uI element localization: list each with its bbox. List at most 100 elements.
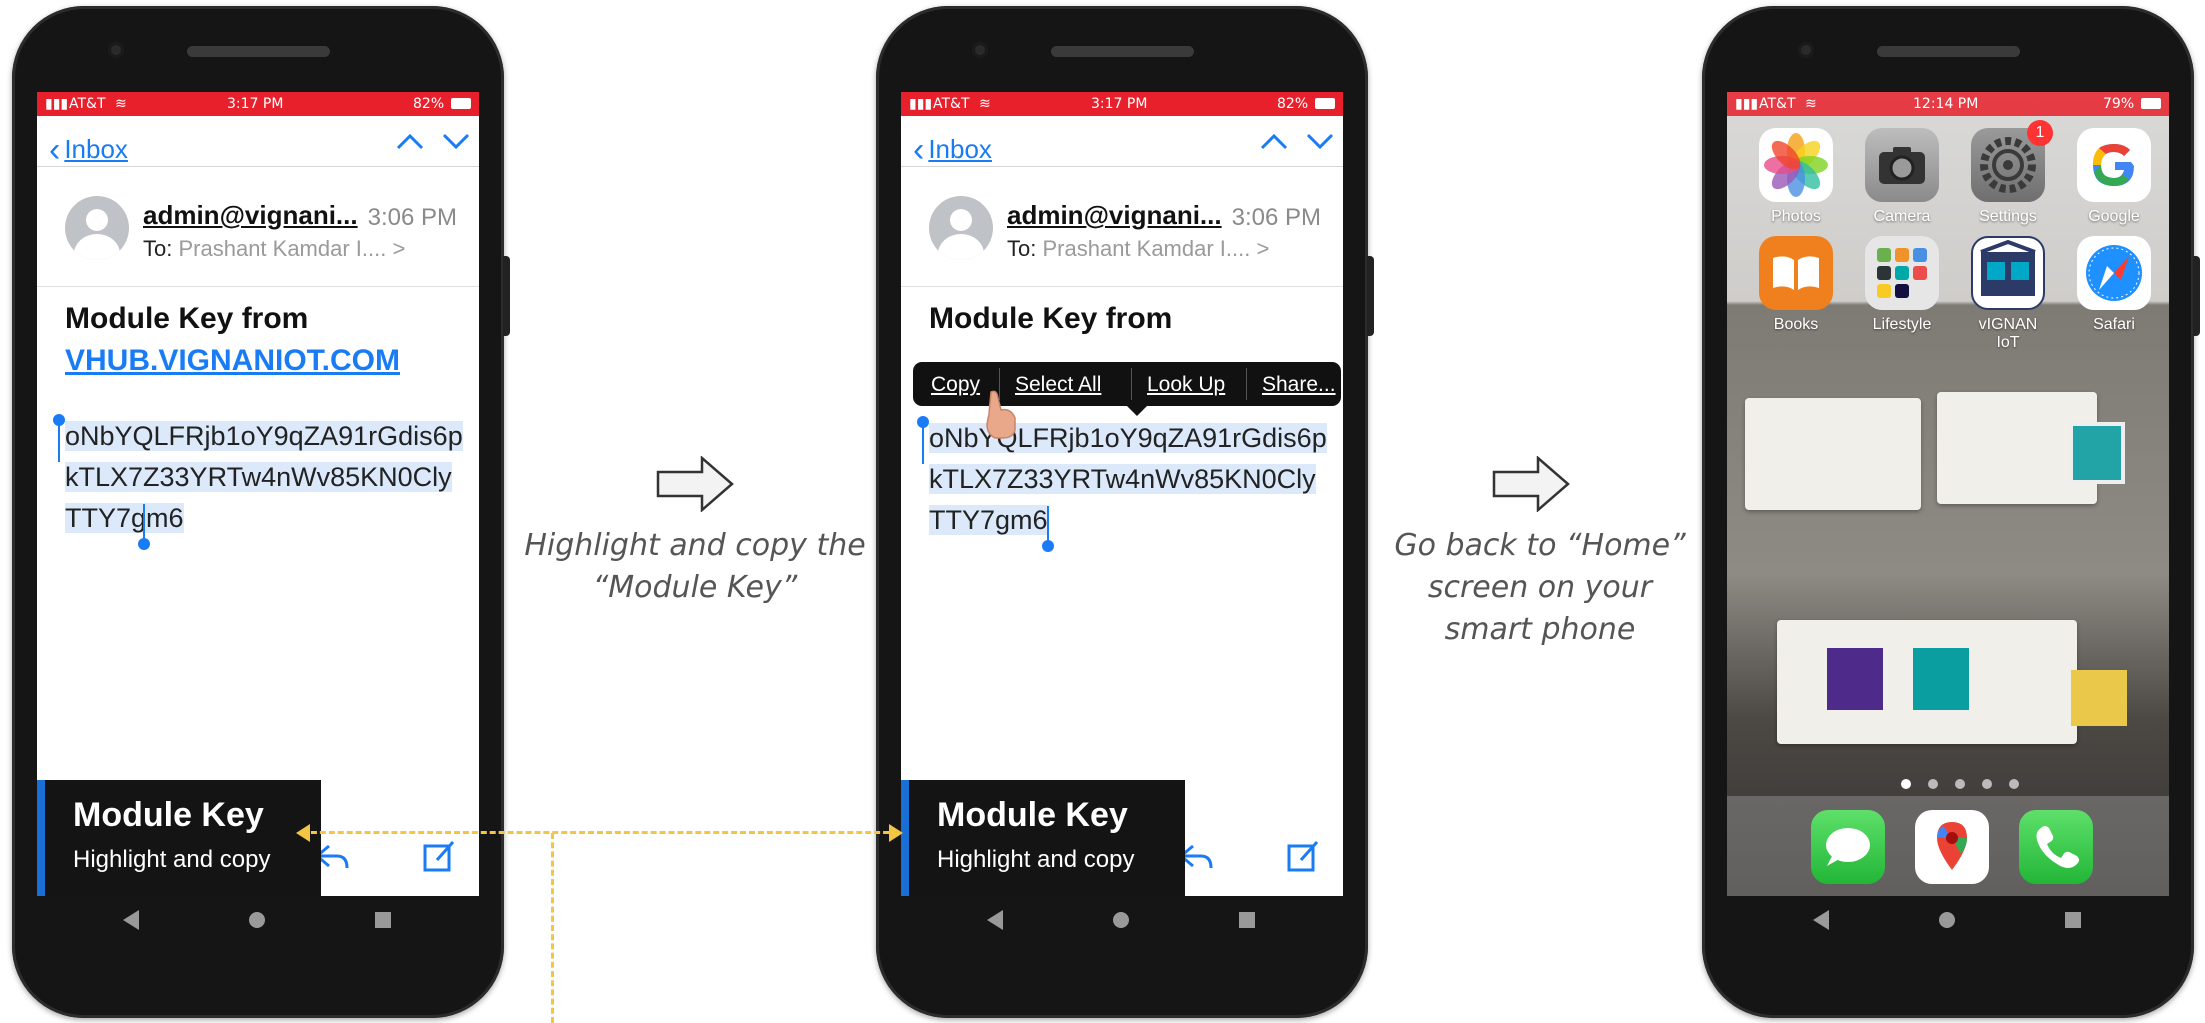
touch-switch-teal-small <box>2069 422 2125 484</box>
front-camera <box>972 42 988 58</box>
callout-title: Module Key <box>73 796 264 834</box>
app-label: Google <box>2088 208 2140 225</box>
battery-percent: 79% <box>2103 96 2135 112</box>
wifi-icon: ≋ <box>1805 96 1817 112</box>
battery-icon <box>451 98 471 109</box>
app-settings[interactable]: 1 Settings <box>1970 120 2053 226</box>
phone-email-highlight: ▮▮▮ AT&T ≋ 3:17 PM 82% ‹ Inbox admin@vign… <box>12 6 510 1018</box>
app-label: vIGNAN IoT <box>1978 316 2038 351</box>
caption-line: screen on your <box>1427 570 1653 605</box>
app-safari[interactable]: Safari <box>2076 236 2152 334</box>
messages-icon[interactable] <box>1811 810 1885 884</box>
app-label: Settings <box>1979 208 2037 225</box>
menu-divider <box>1246 368 1247 400</box>
chevron-up-icon[interactable] <box>395 130 425 152</box>
avatar <box>929 196 993 260</box>
compose-icon[interactable] <box>1285 838 1325 874</box>
chevron-down-icon[interactable] <box>441 130 471 152</box>
app-photos[interactable]: Photos <box>1758 128 1834 226</box>
compose-icon[interactable] <box>421 838 461 874</box>
carrier-label: AT&T <box>69 96 106 112</box>
caption-line: Highlight and copy the <box>524 528 866 563</box>
back-nav-icon[interactable] <box>1807 906 1835 934</box>
chevron-up-icon[interactable] <box>1259 130 1289 152</box>
side-button <box>1367 256 1374 336</box>
recents-nav-icon[interactable] <box>369 906 397 934</box>
app-google[interactable]: Google <box>2076 128 2152 226</box>
selection-handle-end[interactable] <box>138 538 150 550</box>
side-button <box>2193 256 2200 336</box>
selection-handle-end[interactable] <box>1042 540 1054 552</box>
to-label: To: <box>1007 236 1037 261</box>
app-books[interactable]: Books <box>1758 236 1834 334</box>
page-indicator[interactable] <box>1901 776 2036 794</box>
maps-icon[interactable] <box>1915 810 1989 884</box>
status-bar: ▮▮▮ AT&T ≋ 3:17 PM 82% <box>901 92 1343 116</box>
wifi-icon: ≋ <box>115 96 127 112</box>
menu-divider <box>1131 368 1132 400</box>
back-nav-icon[interactable] <box>981 906 1009 934</box>
status-time: 3:17 PM <box>1091 96 1148 112</box>
phone-screen: ▮▮▮ AT&T ≋ 3:17 PM 82% ‹ Inbox admin@vign… <box>901 92 1343 896</box>
copy-menu-item[interactable]: Copy <box>931 373 980 397</box>
phone-icon[interactable] <box>2019 810 2093 884</box>
key-line: TTY7gm6 <box>65 503 184 533</box>
callout-title: Module Key <box>937 796 1128 834</box>
home-nav-icon[interactable] <box>1107 906 1135 934</box>
app-vignan-iot[interactable]: vIGNAN IoT <box>1970 236 2046 352</box>
notification-badge: 1 <box>2027 120 2053 146</box>
email-subject: Module Key from <box>929 302 1173 335</box>
share-menu-item[interactable]: Share... <box>1262 373 1336 397</box>
recents-nav-icon[interactable] <box>2059 906 2087 934</box>
back-nav-icon[interactable] <box>117 906 145 934</box>
step2-caption: Go back to “Home” screen on your smart p… <box>1380 525 1700 651</box>
settings-icon: 1 <box>1971 120 2053 202</box>
callout-connector-stem <box>551 833 554 1023</box>
look-up-menu-item[interactable]: Look Up <box>1147 373 1225 397</box>
recipient-line[interactable]: To: Prashant Kamdar I.... > <box>143 236 405 262</box>
mail-nav-bar: ‹ Inbox <box>901 116 1343 169</box>
module-key-callout: Module Key Highlight and copy <box>37 780 321 896</box>
app-lifestyle[interactable]: Lifestyle <box>1864 236 1940 334</box>
flow-arrow-right-icon <box>1492 456 1570 512</box>
callout-subtitle: Highlight and copy <box>937 846 1135 873</box>
earpiece-speaker <box>187 46 330 57</box>
books-icon <box>1759 236 1833 310</box>
app-camera[interactable]: Camera <box>1864 128 1940 226</box>
to-value: Prashant Kamdar I.... > <box>1042 236 1270 261</box>
phone-screen: ▮▮▮ AT&T ≋ 3:17 PM 82% ‹ Inbox admin@vign… <box>37 92 479 896</box>
phone-email-copy: ▮▮▮ AT&T ≋ 3:17 PM 82% ‹ Inbox admin@vign… <box>876 6 1374 1018</box>
safari-icon <box>2077 236 2151 310</box>
page-dot <box>2009 779 2019 789</box>
select-all-menu-item[interactable]: Select All <box>1015 373 1101 397</box>
lifestyle-icon <box>1865 236 1939 310</box>
mail-nav-bar: ‹ Inbox <box>37 116 479 169</box>
chevron-left-icon: ‹ <box>49 131 61 169</box>
selection-handle-start-bar <box>58 422 60 462</box>
home-nav-icon[interactable] <box>1933 906 1961 934</box>
photos-icon <box>1759 128 1833 202</box>
status-time: 12:14 PM <box>1913 96 1979 112</box>
page-dot <box>1982 779 1992 789</box>
recipient-line[interactable]: To: Prashant Kamdar I.... > <box>1007 236 1269 262</box>
battery-percent: 82% <box>1277 96 1309 112</box>
chevron-down-icon[interactable] <box>1305 130 1335 152</box>
inbox-back-button[interactable]: ‹ Inbox <box>49 128 128 169</box>
selection-handle-end-bar <box>1047 506 1049 542</box>
signal-icon: ▮▮▮ <box>1735 96 1759 112</box>
dock <box>1727 796 2169 896</box>
earpiece-speaker <box>1051 46 1194 57</box>
subject-link[interactable]: VHUB.VIGNANIOT.COM <box>65 344 400 378</box>
to-value: Prashant Kamdar I.... > <box>178 236 406 261</box>
inbox-back-button[interactable]: ‹ Inbox <box>913 128 992 169</box>
flow-arrow-right-icon <box>656 456 734 512</box>
home-nav-icon[interactable] <box>243 906 271 934</box>
connector-arrow-left-icon <box>296 824 310 842</box>
recents-nav-icon[interactable] <box>1233 906 1261 934</box>
to-label: To: <box>143 236 173 261</box>
caption-line: “Module Key” <box>592 570 798 605</box>
module-key-text[interactable]: oNbYQLFRjb1oY9qZA91rGdis6p kTLX7Z33YRTw4… <box>65 416 463 539</box>
sender-address[interactable]: admin@vignani... <box>143 200 358 231</box>
sender-address[interactable]: admin@vignani... <box>1007 200 1222 231</box>
caption-line: smart phone <box>1444 612 1636 647</box>
